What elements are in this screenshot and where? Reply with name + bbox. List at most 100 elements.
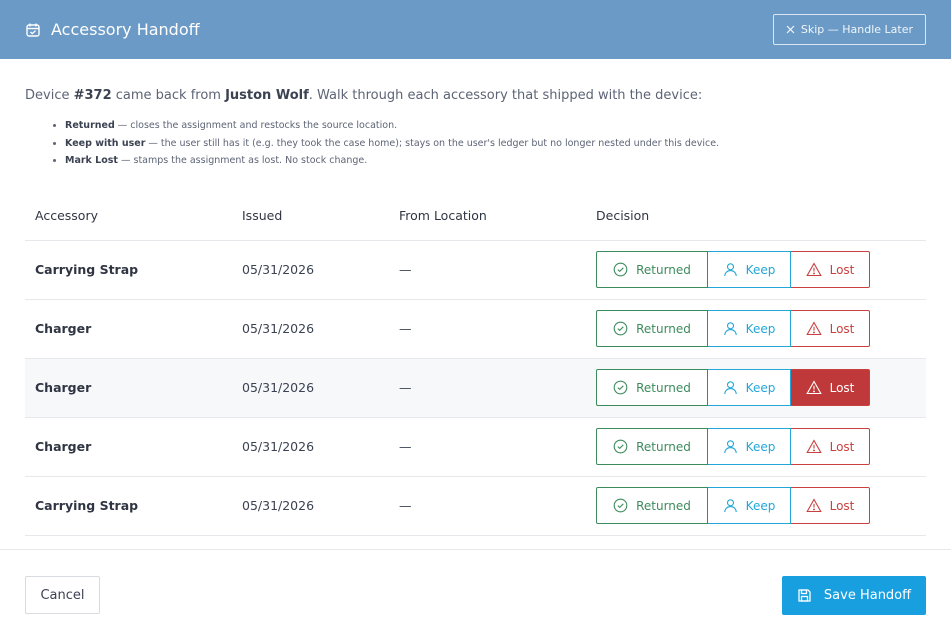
user-icon bbox=[723, 439, 738, 454]
rule-term: Returned bbox=[65, 120, 115, 131]
issued-date: 05/31/2026 bbox=[232, 417, 389, 477]
table-row: Charger 05/31/2026 — Returned Keep Lost bbox=[25, 417, 926, 477]
from-location: — bbox=[389, 240, 586, 300]
returned-button[interactable]: Returned bbox=[596, 251, 708, 288]
save-icon bbox=[797, 588, 812, 603]
warning-triangle-icon bbox=[805, 321, 822, 336]
accessory-name: Charger bbox=[25, 417, 232, 477]
accessory-name: Carrying Strap bbox=[25, 240, 232, 300]
close-icon bbox=[786, 25, 795, 34]
warning-triangle-icon bbox=[805, 498, 822, 513]
from-location: — bbox=[389, 299, 586, 359]
intro-text: Device #372 came back from Juston Wolf. … bbox=[25, 88, 926, 103]
decision-group: Returned Keep Lost bbox=[596, 428, 916, 465]
lost-label: Lost bbox=[829, 321, 855, 336]
returned-label: Returned bbox=[636, 262, 691, 277]
returned-label: Returned bbox=[636, 380, 691, 395]
accessory-name: Charger bbox=[25, 358, 232, 418]
accessory-handoff-modal: Accessory Handoff Skip — Handle Later De… bbox=[0, 0, 951, 640]
issued-date: 05/31/2026 bbox=[232, 476, 389, 536]
lost-button[interactable]: Lost bbox=[791, 487, 870, 524]
accessory-name: Charger bbox=[25, 299, 232, 359]
keep-label: Keep bbox=[745, 498, 776, 513]
table-row: Charger 05/31/2026 — Returned Keep Lost bbox=[25, 299, 926, 359]
device-number: #372 bbox=[73, 88, 112, 103]
skip-handle-later-button[interactable]: Skip — Handle Later bbox=[772, 14, 926, 45]
modal-header: Accessory Handoff Skip — Handle Later bbox=[0, 0, 951, 59]
keep-label: Keep bbox=[745, 380, 776, 395]
keep-button[interactable]: Keep bbox=[708, 487, 791, 524]
check-circle-icon bbox=[613, 380, 628, 395]
user-icon bbox=[723, 498, 738, 513]
lost-button[interactable]: Lost bbox=[791, 369, 870, 406]
decision-group: Returned Keep Lost bbox=[596, 487, 916, 524]
lost-button[interactable]: Lost bbox=[791, 251, 870, 288]
header-accessory: Accessory bbox=[25, 191, 232, 241]
keep-button[interactable]: Keep bbox=[708, 251, 791, 288]
header-title-group: Accessory Handoff bbox=[25, 20, 200, 39]
table-row: Carrying Strap 05/31/2026 — Returned Kee… bbox=[25, 476, 926, 536]
save-handoff-button[interactable]: Save Handoff bbox=[782, 575, 926, 615]
keep-button[interactable]: Keep bbox=[708, 310, 791, 347]
table-row: Charger 05/31/2026 — Returned Keep Lost bbox=[25, 358, 926, 418]
decision-cell: Returned Keep Lost bbox=[586, 240, 926, 300]
rule-text: — stamps the assignment as lost. No stoc… bbox=[117, 155, 368, 166]
table-row: Carrying Strap 05/31/2026 — Returned Kee… bbox=[25, 240, 926, 300]
from-location: — bbox=[389, 476, 586, 536]
returned-button[interactable]: Returned bbox=[596, 487, 708, 524]
returned-label: Returned bbox=[636, 498, 691, 513]
calendar-check-icon bbox=[25, 22, 41, 38]
rule-term: Mark Lost bbox=[65, 155, 118, 166]
keep-button[interactable]: Keep bbox=[708, 428, 791, 465]
rule-text: — the user still has it (e.g. they took … bbox=[145, 137, 720, 149]
intro-suffix: . Walk through each accessory that shipp… bbox=[308, 88, 703, 103]
lost-button[interactable]: Lost bbox=[791, 428, 870, 465]
user-icon bbox=[723, 380, 738, 395]
from-location: — bbox=[389, 358, 586, 418]
keep-label: Keep bbox=[745, 321, 776, 336]
decision-group: Returned Keep Lost bbox=[596, 251, 916, 288]
decision-group: Returned Keep Lost bbox=[596, 310, 916, 347]
decision-cell: Returned Keep Lost bbox=[586, 476, 926, 536]
modal-footer: Cancel Save Handoff bbox=[0, 549, 951, 640]
warning-triangle-icon bbox=[805, 262, 822, 277]
save-label: Save Handoff bbox=[823, 587, 912, 603]
returned-label: Returned bbox=[636, 439, 691, 454]
returned-button[interactable]: Returned bbox=[596, 369, 708, 406]
table-header-row: Accessory Issued From Location Decision bbox=[25, 191, 926, 241]
decision-cell: Returned Keep Lost bbox=[586, 417, 926, 477]
intro-middle: came back from bbox=[111, 88, 226, 103]
decision-cell: Returned Keep Lost bbox=[586, 358, 926, 418]
intro-prefix: Device bbox=[25, 88, 74, 103]
check-circle-icon bbox=[613, 321, 628, 336]
lost-button[interactable]: Lost bbox=[791, 310, 870, 347]
returned-button[interactable]: Returned bbox=[596, 310, 708, 347]
lost-label: Lost bbox=[829, 498, 855, 513]
accessory-name: Carrying Strap bbox=[25, 476, 232, 536]
keep-label: Keep bbox=[745, 262, 776, 277]
returned-button[interactable]: Returned bbox=[596, 428, 708, 465]
lost-label: Lost bbox=[829, 262, 855, 277]
warning-triangle-icon bbox=[805, 439, 822, 454]
returned-label: Returned bbox=[636, 321, 691, 336]
rule-term: Keep with user bbox=[65, 137, 146, 149]
skip-label: Skip — Handle Later bbox=[800, 23, 913, 36]
header-from-location: From Location bbox=[389, 191, 586, 241]
modal-title: Accessory Handoff bbox=[51, 20, 200, 39]
cancel-button[interactable]: Cancel bbox=[25, 576, 100, 614]
from-location: — bbox=[389, 417, 586, 477]
check-circle-icon bbox=[613, 439, 628, 454]
lost-label: Lost bbox=[829, 439, 855, 454]
check-circle-icon bbox=[613, 498, 628, 513]
header-issued: Issued bbox=[232, 191, 389, 241]
user-icon bbox=[723, 321, 738, 336]
keep-button[interactable]: Keep bbox=[708, 369, 791, 406]
rule-lost: Mark Lost — stamps the assignment as los… bbox=[65, 152, 926, 170]
issued-date: 05/31/2026 bbox=[232, 299, 389, 359]
rule-keep: Keep with user — the user still has it (… bbox=[65, 135, 926, 153]
issued-date: 05/31/2026 bbox=[232, 358, 389, 418]
decision-cell: Returned Keep Lost bbox=[586, 299, 926, 359]
rule-text: — closes the assignment and restocks the… bbox=[114, 120, 398, 131]
check-circle-icon bbox=[613, 262, 628, 277]
modal-body: Device #372 came back from Juston Wolf. … bbox=[0, 88, 951, 536]
